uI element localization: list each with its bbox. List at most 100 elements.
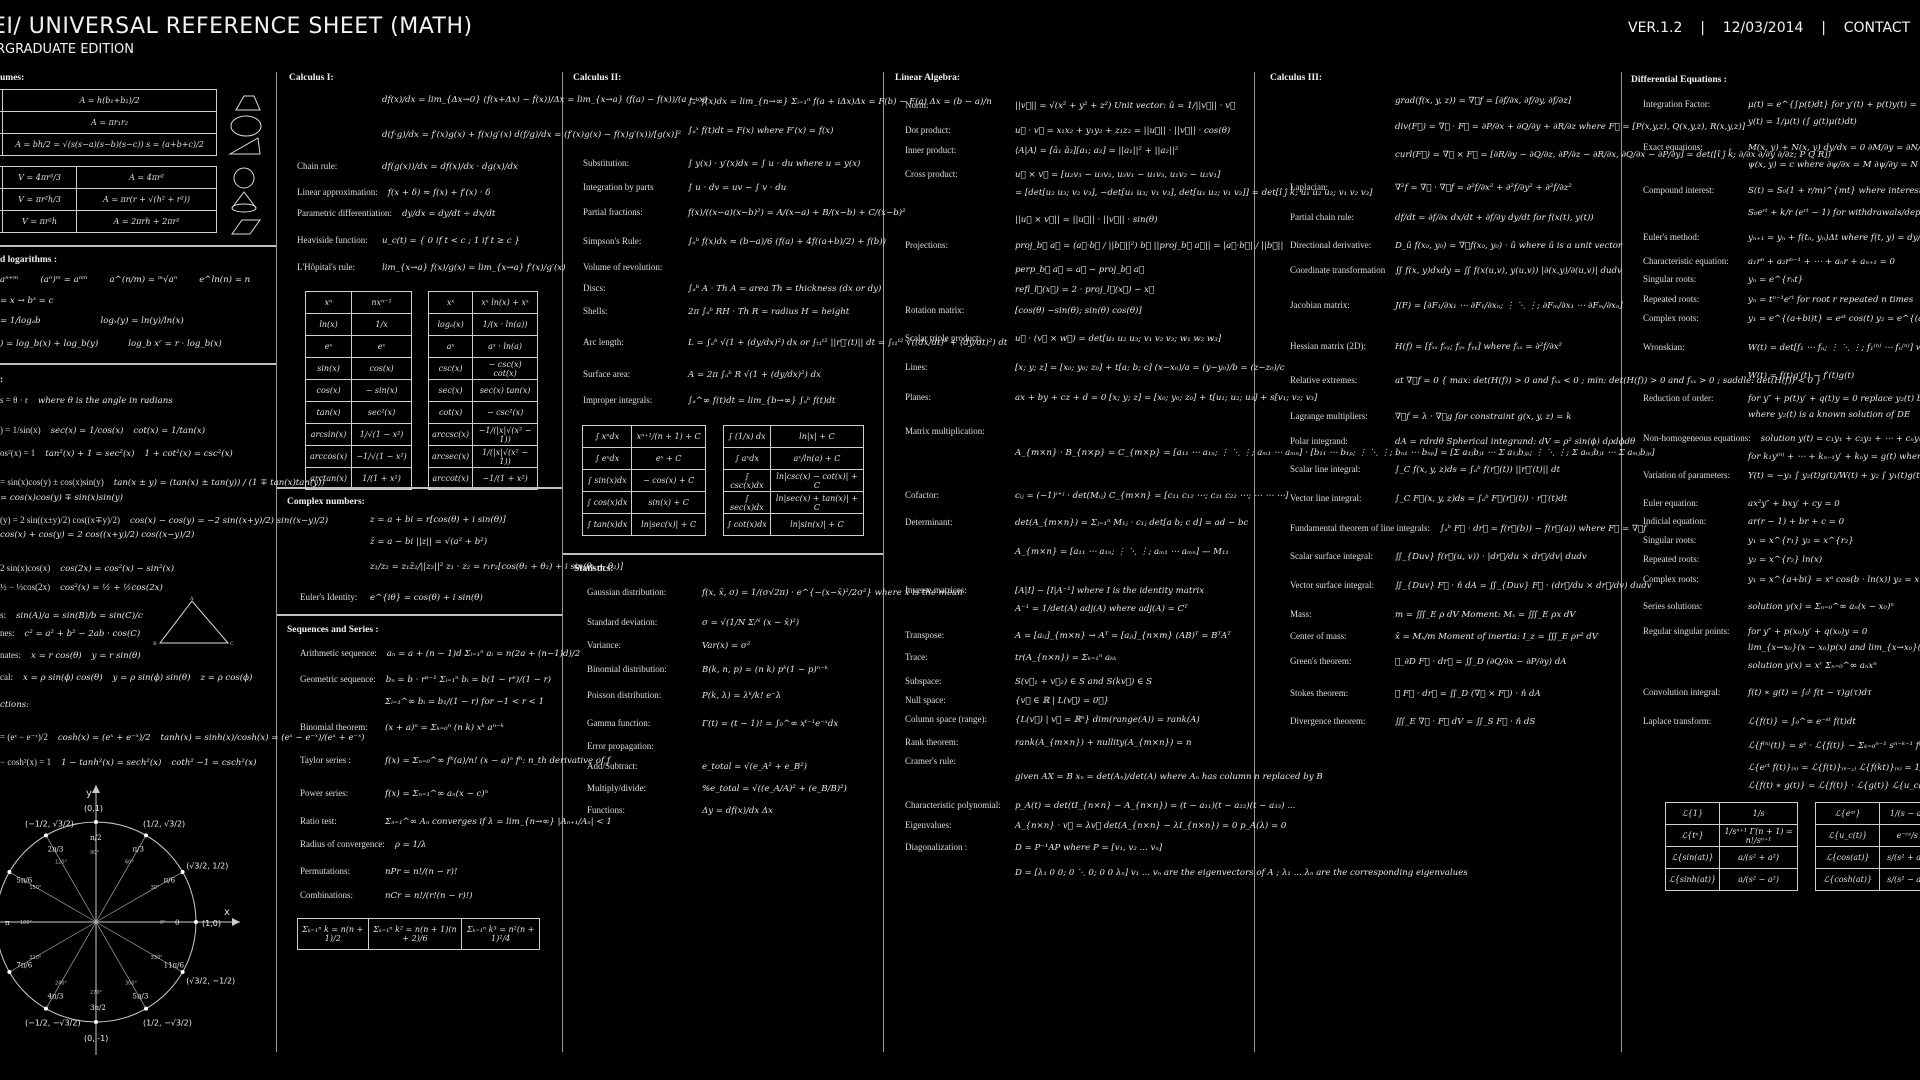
formula-row: s = θ · r where θ is the angle in radians <box>0 395 173 406</box>
formula-text: (x + a)ⁿ = Σₖ₌₀ⁿ (n k) xᵏ aⁿ⁻ᵏ <box>385 723 504 733</box>
table-cell: 1/x <box>351 313 412 336</box>
formula-label: Scalar line integral: <box>1290 464 1361 474</box>
formula-row: Integration by parts ∫ u · dv = uv − ∫ v … <box>583 182 786 193</box>
formula-label: Rotation matrix: <box>905 305 965 315</box>
table-cell: tan(x) <box>304 401 353 424</box>
section-title-trig: : <box>0 375 4 385</box>
formula-label: Binomial theorem: <box>300 722 368 732</box>
formula-row: Cross product: u⃗ × v⃗ = [u₂v₃ − u₃v₂, u₃… <box>905 169 1220 180</box>
table-cell: ∫ aˣdx <box>723 447 771 470</box>
formula-text: cos(x) + cos(y) = 2 cos((x+y)/2) cos((x−… <box>0 530 195 540</box>
formula-label: Complex roots: <box>1643 313 1699 323</box>
contact-link[interactable]: CONTACT <box>1844 20 1910 36</box>
formula-label: Column space (range): <box>905 714 987 724</box>
degree-label: 120° <box>55 859 68 865</box>
formula-row: Compound interest: S(t) = S₀(1 + r/m)^{mt… <box>1643 185 1920 196</box>
formula-row: Heaviside function: u_c(t) = { 0 if t < c… <box>297 235 520 246</box>
formula-row: Vector surface integral: ∬_{Duv} F⃗ · n̂ … <box>1290 580 1652 591</box>
degree-label: 300° <box>125 981 138 987</box>
formula-label: Dot product: <box>905 125 951 135</box>
formula-text: tanh(x) = sinh(x)/cosh(x) = (eˣ − e⁻ˣ)/(… <box>160 733 365 743</box>
table-cell: ∫ eˣdx <box>581 447 633 470</box>
formula-text: y = ρ sin(ϕ) sin(θ) <box>112 673 191 683</box>
formula-row: Divergence theorem: ∭_E ∇⃗ · F⃗ dV = ∬_S … <box>1290 716 1535 727</box>
formula-text: D = [λ₁ 0 0; 0 ⋱ 0; 0 0 λₙ] v₁ ... vₙ ar… <box>1015 868 1468 878</box>
formula-label: Integration by parts <box>583 182 654 192</box>
formula-label: Regular singular points: <box>1643 626 1730 636</box>
formula-row: Center of mass: x̄ = Mₓ/m Moment of inert… <box>1290 631 1598 642</box>
formula-text: W(t) = det[f₁ ⋯ fₙ; ⋮ ⋱ ⋮; f₁⁽ⁿ⁾ ⋯ fₙ⁽ⁿ⁾… <box>1748 343 1920 353</box>
degree-label: 30° <box>151 885 160 891</box>
formula-text: z̄ = a − bi ||z|| = √(a² + b²) <box>370 537 488 547</box>
formula-text: Γ(t) = (t − 1)! = ∫₀^∞ xᵗ⁻¹e⁻ˣdx <box>702 719 839 729</box>
cylinder-icon <box>231 219 261 235</box>
formula-text: z = ρ cos(ϕ) <box>200 673 253 683</box>
formula-row: (y) = 2 sin((x±y)/2) cos((x∓y)/2) cos(x) … <box>0 515 328 526</box>
trapezoid-icon <box>235 95 261 111</box>
table-cell: xⁿ <box>304 291 353 314</box>
radian-label: 5π/6 <box>16 877 32 885</box>
formula-row: Laplacian: ∇²f = ∇⃗ · ∇⃗f = ∂²f/∂x² + ∂²f… <box>1290 182 1572 193</box>
header-meta: VER.1.2 | 12/03/2014 | CONTACT <box>1628 20 1910 36</box>
section-title-calc2: Calculus II: <box>573 73 622 83</box>
formula-row: Standard deviation: σ = √(1/N Σᵢᴺ (x − x̄… <box>587 617 799 628</box>
formula-label: Center of mass: <box>1290 631 1347 641</box>
formula-label: Series solutions: <box>1643 601 1703 611</box>
formula-text: solution y(x) = Σₙ₌₀^∞ aₙ(x − x₀)ⁿ <box>1748 602 1894 612</box>
formula-text: ∫ u · dv = uv − ∫ v · du <box>688 183 787 193</box>
formula-text: grad(f(x, y, z)) = ∇⃗f = [∂f/∂x, ∂f/∂y, … <box>1395 96 1572 106</box>
formula-label: Hessian matrix (2D): <box>1290 341 1366 351</box>
version-label: VER.1.2 <box>1628 20 1683 36</box>
formula-text: cos²(x) = ½ + ½cos(2x) <box>60 583 163 593</box>
formula-row: Dot product: u⃗ · v⃗ = x₁x₂ + y₁y₂ + z₁z₂… <box>905 125 1230 136</box>
formula-row: ) = 1/sin(x) sec(x) = 1/cos(x) cot(x) = 1/… <box>0 425 205 436</box>
formula-row: nes: c² = a² + b² − 2ab · cos(C) <box>0 628 140 639</box>
formula-row: Linear approximation: f(x + δ) ≈ f(x) + f… <box>297 187 490 198</box>
formula-text: yₙ₊₁ = yₙ + f(tₙ, yₙ)Δt where f(t, y) = … <box>1748 233 1920 243</box>
formula-row: ψ(x, y) = c where ∂ψ/∂x = M ∂ψ/∂y = N <box>1643 160 1918 170</box>
formula-text: y = r sin(θ) <box>91 651 141 661</box>
formula-text: %e_total = √((e_A/A)² + (e_B/B)²) <box>702 784 847 794</box>
formula-row: Variation of parameters: Y(t) = −y₁ ∫ y₂(… <box>1643 470 1920 481</box>
formula-label: Improper integrals: <box>583 395 653 405</box>
table-row: ℒ{sin(at)} a/(s² + a²) <box>1664 846 1798 869</box>
degree-label: 0° <box>160 920 166 926</box>
radian-label: 4π/3 <box>48 993 64 1001</box>
formula-text: 1 − tanh²(x) = sech²(x) <box>61 758 162 768</box>
formula-text: A_{n×n} · v⃗ = λv⃗ det(A_{n×n} − λI_{n×n… <box>1015 821 1287 831</box>
formula-label: Simpson's Rule: <box>583 236 642 246</box>
table-cell: xⁿ⁺¹/(n + 1) + C <box>631 425 706 448</box>
formula-row: Null space: {v⃗ ∈ ℝ | L(v⃗) = 0⃗} <box>905 695 1109 706</box>
table-cell: s/(s² − a²) <box>1879 868 1920 891</box>
table-cell: cot(x) <box>427 401 474 424</box>
formula-row: Rank theorem: rank(A_{m×n}) + nullity(A_{… <box>905 737 1192 748</box>
section-title-linalg: Linear Algebra: <box>895 73 961 83</box>
table-cell: A = 2πrh + 2πr² <box>76 210 217 233</box>
formula-label: Green's theorem: <box>1290 656 1352 666</box>
table-cell: 1/sⁿ⁺¹ Γ(n + 1) = n!/sⁿ⁺¹ <box>1719 824 1798 847</box>
formula-label: Arithmetic sequence: <box>300 648 377 658</box>
table-cell: Σₖ₌₁ⁿ k³ = n²(n + 1)²/4 <box>461 918 540 950</box>
formula-label: Substitution: <box>583 158 630 168</box>
formula-text: D = P⁻¹AP where P = [v₁, v₂ ... vₙ] <box>1015 843 1163 853</box>
formula-label: Euler's Identity: <box>300 592 358 602</box>
formula-text: [cos(θ) −sin(θ); sin(θ) cos(θ)] <box>1015 306 1142 316</box>
formula-label: Parametric differentiation: <box>297 208 393 218</box>
table-cell: 1/√(1 − x²) <box>351 423 412 446</box>
formula-row: where y₂(t) is a known solution of DE <box>1643 410 1910 420</box>
section-title-calc3: Calculus III: <box>1270 73 1322 83</box>
formula-label: Add/Subtract: <box>587 761 638 771</box>
geometry-shapes-icon <box>228 95 262 235</box>
formula-label: Cramer's rule: <box>905 756 956 766</box>
formula-text: nCr = n!/(r!(n − r)!) <box>385 891 473 901</box>
formula-text: W(t) = f(t)g′(t) − f′(t)g(t) <box>1748 371 1855 381</box>
formula-row: Cofactor: cᵢⱼ = (−1)ⁱ⁺ʲ · det(Mᵢⱼ) C_{m×n… <box>905 490 1288 501</box>
radian-label: 0 <box>175 919 179 927</box>
table-row: cos(x) − sin(x) <box>304 379 412 402</box>
formula-row: Green's theorem: ∮_∂D F⃗ · dr⃗ = ∬_D (∂Q/… <box>1290 656 1566 667</box>
sheet-subtitle: RGRADUATE EDITION <box>0 42 134 57</box>
area-table: A = h(b₁+b₂)/2 A = πr₁r₂ A = bh/2 = √(s(… <box>0 89 217 156</box>
formula-row: Multiply/divide: %e_total = √((e_A/A)² + … <box>587 783 847 794</box>
formula-label: Integration Factor: <box>1643 99 1711 109</box>
formula-row: Convolution integral: f(t) ∗ g(t) = ∫₀ᵗ f… <box>1643 687 1872 698</box>
